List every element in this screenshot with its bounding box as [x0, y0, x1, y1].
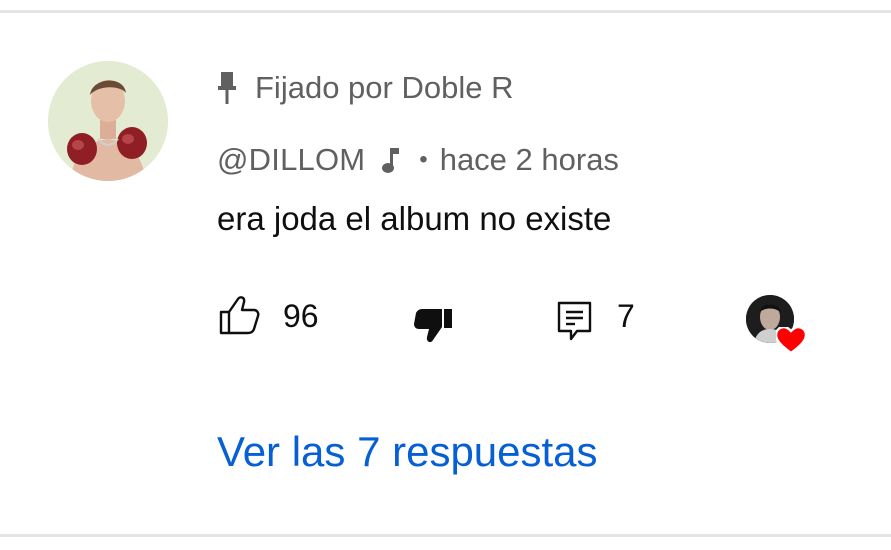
view-replies-link[interactable]: Ver las 7 respuestas	[217, 428, 598, 476]
author-avatar[interactable]	[48, 61, 168, 181]
comment-body: era joda el album no existe	[217, 200, 612, 237]
author-name[interactable]: @DILLOM	[217, 142, 365, 178]
like-button[interactable]	[218, 294, 260, 336]
bottom-divider	[0, 534, 891, 537]
like-count: 96	[283, 298, 319, 334]
pinned-label: Fijado por Doble R	[255, 70, 514, 105]
avatar-image	[48, 61, 168, 181]
creator-heart-badge	[746, 295, 808, 357]
dislike-button[interactable]	[413, 302, 453, 344]
thumbs-up-icon	[219, 296, 260, 335]
heart-icon	[776, 327, 806, 355]
separator-dot: •	[419, 146, 428, 173]
reply-button[interactable]	[557, 300, 593, 342]
pinned-row: Fijado por Doble R	[216, 68, 513, 108]
thumbs-down-icon	[414, 309, 452, 343]
reply-count: 7	[617, 298, 635, 334]
comment-header: @DILLOM • hace 2 horas	[217, 139, 619, 181]
music-note-icon	[381, 145, 400, 175]
timestamp: hace 2 horas	[439, 142, 619, 177]
pin-icon	[216, 71, 238, 105]
reply-icon	[557, 301, 592, 341]
top-divider	[0, 10, 891, 13]
